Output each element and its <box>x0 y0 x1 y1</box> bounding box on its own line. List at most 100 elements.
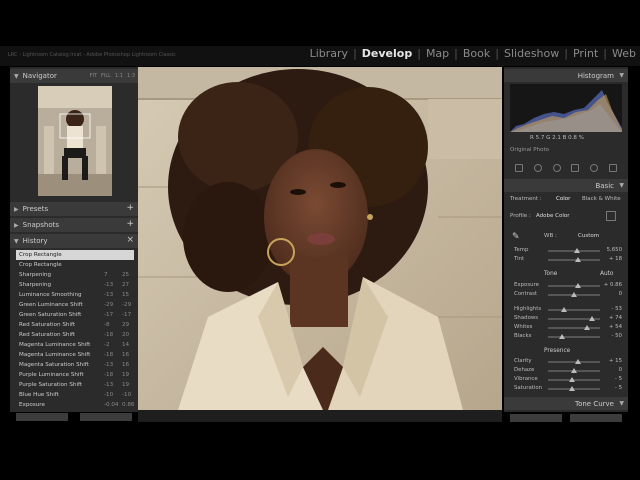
slider-value[interactable]: + 15 <box>609 358 622 364</box>
slider-handle[interactable] <box>559 334 566 339</box>
slider-highlights[interactable]: Highlights - 53 <box>510 305 624 314</box>
slider-track[interactable] <box>548 292 600 297</box>
tone-curve-header[interactable]: Tone Curve ▼ <box>504 397 628 410</box>
slider-value[interactable]: + 18 <box>609 256 622 262</box>
tone-auto-button[interactable]: Auto <box>600 271 613 277</box>
history-item[interactable]: Purple Saturation Shift -13 19 <box>16 380 134 390</box>
spot-removal-icon[interactable] <box>533 164 542 172</box>
slider-handle[interactable] <box>575 283 582 288</box>
zoom-1-1[interactable]: 1:1 <box>115 73 123 79</box>
slider-handle[interactable] <box>584 325 590 330</box>
snapshots-header[interactable]: ▶ Snapshots + <box>10 218 138 232</box>
history-item[interactable]: Purple Luminance Shift -18 19 <box>16 370 134 380</box>
history-item[interactable]: Green Saturation Shift -17 -17 <box>16 310 134 320</box>
slider-track[interactable] <box>548 257 600 262</box>
slider-track[interactable] <box>548 368 600 373</box>
slider-track[interactable] <box>548 386 600 391</box>
slider-exposure[interactable]: Exposure + 0.86 <box>510 281 624 290</box>
module-web[interactable]: Web <box>612 47 636 60</box>
red-eye-icon[interactable] <box>552 164 561 172</box>
slider-handle[interactable] <box>571 368 577 373</box>
slider-track[interactable] <box>548 359 600 364</box>
slider-temp[interactable]: Temp 5,650 <box>510 246 624 255</box>
navigator-header[interactable]: ▼ Navigator FIT FILL 1:1 1:3 <box>10 69 138 83</box>
slider-handle[interactable] <box>573 248 580 253</box>
slider-saturation[interactable]: Saturation - 5 <box>510 384 624 393</box>
slider-shadows[interactable]: Shadows + 74 <box>510 314 624 323</box>
history-item[interactable]: Magenta Saturation Shift -13 16 <box>16 360 134 370</box>
radial-filter-icon[interactable] <box>589 164 598 172</box>
slider-handle[interactable] <box>571 292 577 297</box>
slider-whites[interactable]: Whites + 54 <box>510 323 624 332</box>
slider-contrast[interactable]: Contrast 0 <box>510 290 624 299</box>
history-item[interactable]: Sharpening -13 27 <box>16 280 134 290</box>
zoom-1-3[interactable]: 1:3 <box>127 73 135 79</box>
zoom-fill[interactable]: FILL <box>101 73 111 79</box>
slider-track[interactable] <box>548 316 600 321</box>
adjustment-brush-icon[interactable] <box>608 164 617 172</box>
slider-dehaze[interactable]: Dehaze 0 <box>510 366 624 375</box>
navigator-thumbnail[interactable] <box>38 86 112 196</box>
graduated-filter-icon[interactable] <box>571 164 580 172</box>
main-photo[interactable] <box>138 67 502 410</box>
history-item[interactable]: Crop Rectangle <box>16 260 134 270</box>
histogram-header[interactable]: Histogram ▼ <box>504 69 628 82</box>
slider-value[interactable]: - 5 <box>615 376 622 382</box>
crop-tool-icon[interactable] <box>515 164 524 172</box>
slider-handle[interactable] <box>568 377 575 382</box>
slider-clarity[interactable]: Clarity + 15 <box>510 357 624 366</box>
history-item[interactable]: Green Luminance Shift -29 -29 <box>16 300 134 310</box>
history-item[interactable]: Blue Hue Shift -10 -10 <box>16 390 134 400</box>
paste-button[interactable] <box>80 413 132 421</box>
history-header[interactable]: ▼ History × <box>10 234 138 248</box>
module-library[interactable]: Library <box>310 47 348 60</box>
slider-track[interactable] <box>548 325 600 330</box>
original-photo-label[interactable]: Original Photo <box>510 147 549 153</box>
slider-blacks[interactable]: Blacks - 50 <box>510 332 624 341</box>
slider-value[interactable]: 5,650 <box>607 247 622 253</box>
treatment-color-option[interactable]: Color <box>556 196 570 202</box>
slider-value[interactable]: 0 <box>619 367 622 373</box>
history-item[interactable]: Red Saturation Shift -8 29 <box>16 320 134 330</box>
copy-button[interactable] <box>16 413 68 421</box>
slider-value[interactable]: + 0.86 <box>604 282 622 288</box>
slider-handle[interactable] <box>568 386 575 391</box>
wb-dropdown[interactable]: Custom <box>578 233 599 239</box>
slider-value[interactable]: + 74 <box>609 315 622 321</box>
slider-track[interactable] <box>548 248 600 253</box>
profile-dropdown[interactable]: Adobe Color <box>536 213 570 219</box>
add-preset-icon[interactable]: + <box>126 203 134 213</box>
treatment-bw-option[interactable]: Black & White <box>582 196 621 202</box>
slider-value[interactable]: - 50 <box>611 333 622 339</box>
module-book[interactable]: Book <box>463 47 490 60</box>
module-slideshow[interactable]: Slideshow <box>504 47 559 60</box>
zoom-fit[interactable]: FIT <box>90 73 97 79</box>
history-item[interactable]: Red Saturation Shift -18 20 <box>16 330 134 340</box>
basic-header[interactable]: Basic ▼ <box>504 179 628 192</box>
presets-header[interactable]: ▶ Presets + <box>10 202 138 216</box>
slider-value[interactable]: 0 <box>619 291 622 297</box>
slider-value[interactable]: - 53 <box>611 306 622 312</box>
history-item[interactable]: Exposure -0.04 0.86 <box>16 400 134 410</box>
slider-track[interactable] <box>548 307 600 312</box>
slider-handle[interactable] <box>575 359 582 364</box>
slider-track[interactable] <box>548 334 600 339</box>
history-item[interactable]: Sharpening 7 25 <box>16 270 134 280</box>
module-map[interactable]: Map <box>426 47 449 60</box>
histogram-graph[interactable] <box>510 84 622 132</box>
add-snapshot-icon[interactable]: + <box>126 219 134 229</box>
slider-handle[interactable] <box>589 316 596 321</box>
history-item[interactable]: Magenta Luminance Shift -18 16 <box>16 350 134 360</box>
profile-browser-icon[interactable] <box>606 211 616 221</box>
reset-button[interactable] <box>570 414 622 422</box>
module-print[interactable]: Print <box>573 47 598 60</box>
slider-tint[interactable]: Tint + 18 <box>510 255 624 264</box>
slider-value[interactable]: - 5 <box>615 385 622 391</box>
module-develop[interactable]: Develop <box>362 47 412 60</box>
slider-vibrance[interactable]: Vibrance - 5 <box>510 375 624 384</box>
slider-handle[interactable] <box>560 307 567 312</box>
slider-handle[interactable] <box>575 257 582 262</box>
slider-track[interactable] <box>548 283 600 288</box>
previous-button[interactable] <box>510 414 562 422</box>
white-balance-picker-icon[interactable]: ✎ <box>512 232 522 242</box>
